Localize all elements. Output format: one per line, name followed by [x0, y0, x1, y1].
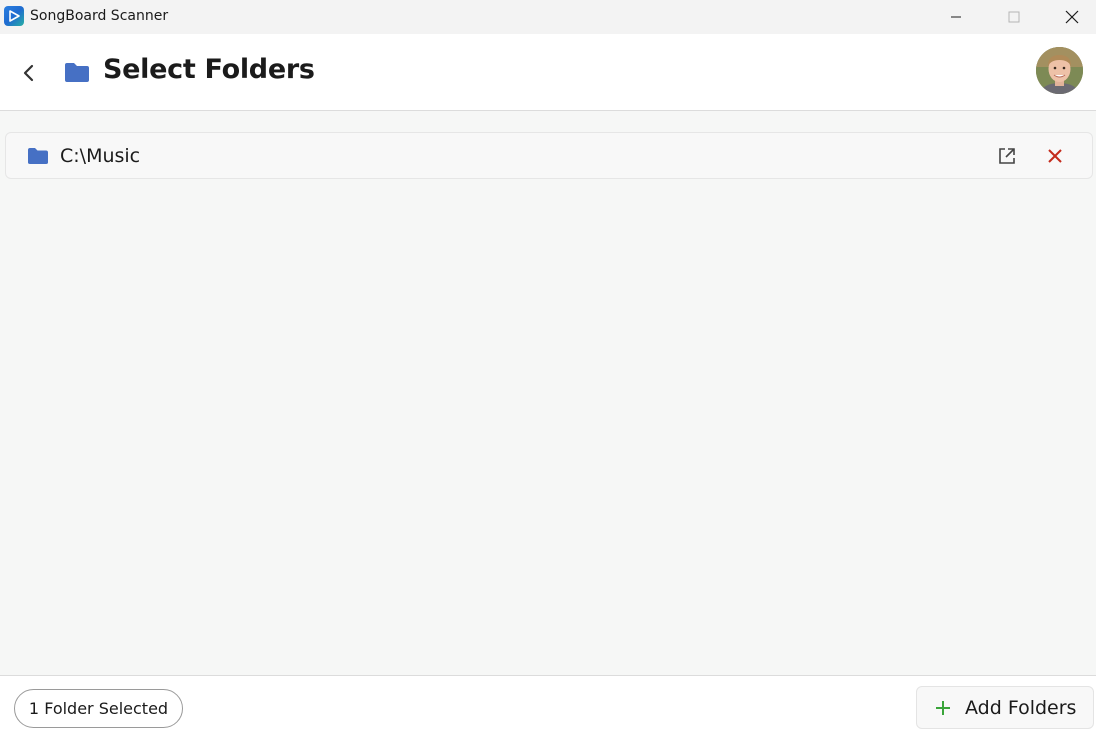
chevron-left-icon: [23, 64, 34, 82]
page-header: Select Folders: [0, 34, 1096, 111]
page-title: Select Folders: [103, 54, 315, 85]
close-icon: [1048, 149, 1062, 163]
folder-icon: [65, 63, 89, 82]
maximize-button[interactable]: [985, 0, 1043, 34]
back-button[interactable]: [14, 58, 44, 88]
close-window-button[interactable]: [1043, 0, 1096, 34]
window-title: SongBoard Scanner: [30, 8, 169, 24]
add-folders-button[interactable]: Add Folders: [916, 686, 1094, 729]
plus-icon: [936, 701, 950, 715]
app-icon: [4, 6, 24, 26]
folder-path: C:\Music: [60, 145, 141, 167]
selection-count-badge: 1 Folder Selected: [14, 689, 183, 728]
avatar[interactable]: [1036, 47, 1083, 94]
minimize-icon: [951, 16, 961, 18]
title-bar: SongBoard Scanner: [0, 0, 1096, 34]
user-avatar-icon: [1036, 47, 1083, 94]
close-window-icon: [1065, 10, 1079, 24]
folder-list-item[interactable]: C:\Music: [5, 132, 1093, 179]
minimize-button[interactable]: [927, 0, 985, 34]
folder-icon: [28, 148, 48, 164]
selection-count-label: 1 Folder Selected: [28, 699, 169, 718]
add-folders-label: Add Folders: [965, 697, 1077, 719]
play-icon: [9, 10, 20, 22]
maximize-icon: [1008, 11, 1020, 23]
remove-folder-button[interactable]: [1042, 143, 1068, 169]
footer-bar: 1 Folder Selected Add Folders: [0, 675, 1096, 732]
open-folder-button[interactable]: [994, 143, 1020, 169]
open-external-icon: [999, 148, 1015, 164]
